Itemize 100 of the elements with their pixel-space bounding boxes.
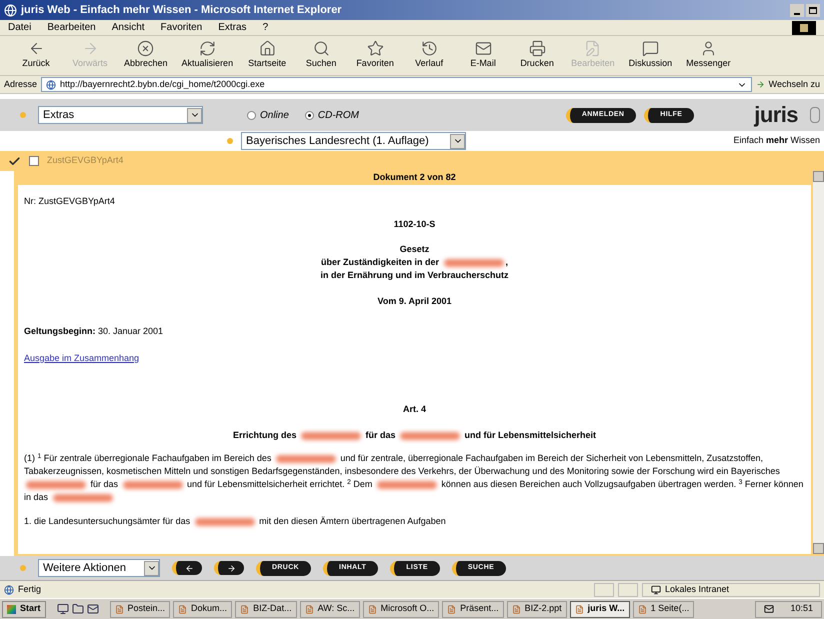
taskbar-button[interactable]: Dokum... [173, 600, 232, 618]
intranet-icon [651, 584, 661, 594]
tagline: Einfach mehr Wissen [733, 134, 820, 148]
radio-button[interactable] [247, 110, 256, 120]
document-number: Nr: ZustGEVGBYpArt4 [24, 195, 116, 208]
toolbar-button[interactable]: Startseite [247, 40, 288, 71]
windows-logo-icon [792, 20, 816, 34]
page-icon [46, 80, 56, 90]
juris-logo: juris [754, 104, 798, 126]
taskbar-button[interactable]: Microsoft O... [362, 600, 440, 618]
go-arrow-icon [756, 80, 765, 89]
address-label: Adresse [4, 78, 38, 91]
zone-text: Lokales Intranet [665, 582, 730, 596]
radio-button[interactable] [304, 110, 314, 120]
menu-item[interactable]: ? [262, 20, 268, 35]
folder-icon[interactable] [72, 603, 84, 615]
radio-label[interactable]: Online [260, 108, 289, 122]
toolbar-button[interactable]: Verlauf [409, 40, 450, 71]
checkmark-icon [8, 154, 21, 168]
document-header: Dokument 2 von 82 [372, 171, 457, 184]
status-pane [594, 582, 614, 596]
document-icon [512, 604, 521, 614]
law-date: Vom 9. April 2001 [376, 295, 453, 308]
menu-item[interactable]: Ansicht [112, 20, 145, 35]
article-paragraph: (1) $^{1}$ Für zentrale überregionale Fachaufgaben im Bereich des und für zentrale, überregionale Fachaufgaben im Bereich der Sicherheit von Lebensmitteln, Zusatzstoffen, Tabakerzeugnissen, kosmetischen Mitteln und sonstigen Bedarfsgegenständen, insbesondere des Verkehrs, der Überwachung und des Monitoring sowie der Forschung wird ein Bayerisches für das und für Lebensmittelsicherheit errichtet. $^{2}$ Dem können aus diesen Bereichen auch Vollzugsaufgaben übertragen werden. $^{3}$ Ferner können in das [24, 452, 804, 504]
menu-item[interactable]: Favoriten [160, 20, 202, 35]
scrollbar[interactable] [813, 171, 824, 554]
context-link[interactable]: Ausgabe im Zusammenhang [24, 352, 140, 365]
next-button[interactable] [214, 561, 244, 575]
history-icon [420, 40, 438, 58]
document-icon [240, 604, 250, 614]
actions-select[interactable]: Weitere Aktionen [38, 559, 160, 577]
taskbar-button[interactable]: BIZ-Dat... [235, 600, 297, 618]
taskbar-button[interactable]: Präsent... [442, 600, 504, 618]
document-code: 1102-10-S [392, 218, 436, 231]
previous-button[interactable] [172, 561, 202, 575]
validity-date: Geltungsbeginn: 30. Januar 2001 [24, 325, 164, 338]
taskbar-button[interactable]: Postein... [110, 600, 170, 618]
browser-icon [4, 4, 17, 16]
toolbar-button[interactable]: Diskussion [628, 40, 672, 71]
list-item: 1. die Landesuntersuchungsämter für das mit den diesen Ämtern übertragenen Aufgaben [24, 515, 447, 528]
windows-logo-icon [7, 604, 16, 614]
document-icon [574, 604, 584, 614]
go-button[interactable]: Wechseln zu [756, 78, 820, 92]
toolbar-button[interactable]: Favoriten [355, 40, 396, 71]
document-icon [304, 604, 314, 614]
law-title-line: über Zuständigkeiten in der , [320, 256, 510, 269]
mail-icon [474, 40, 492, 58]
document-icon [178, 604, 188, 614]
toolbar-button[interactable]: Suchen [301, 40, 342, 71]
taskbar-button[interactable]: juris W... [570, 600, 630, 618]
document-icon [368, 604, 377, 614]
arrow-right-icon [226, 564, 236, 572]
document-icon [638, 604, 647, 614]
extras-select[interactable]: Extras [38, 106, 203, 124]
edit-icon [584, 40, 602, 58]
taskbar-button[interactable]: BIZ-2.ppt [506, 600, 567, 618]
refresh-icon [198, 40, 216, 58]
maximize-icon[interactable] [806, 4, 820, 16]
menu-item[interactable]: Datei [8, 20, 32, 35]
home-icon [258, 40, 276, 58]
collection-select[interactable]: Bayerisches Landesrecht (1. Auflage) [241, 132, 466, 150]
document-icon [447, 604, 456, 614]
star-icon [366, 40, 384, 58]
address-field[interactable]: http://bayernrecht2.bybn.de/cgi_home/t2000cgi.exe [41, 77, 752, 92]
start-button[interactable]: Start [2, 600, 46, 618]
bullet-icon [20, 112, 26, 118]
menu-item[interactable]: Bearbeiten [47, 20, 96, 35]
law-title-line: in der Ernährung und im Verbraucherschutz [319, 269, 510, 282]
toolbar-button[interactable]: Drucken [517, 40, 558, 71]
stop-icon [137, 40, 154, 58]
radio-label[interactable]: CD-ROM [318, 108, 360, 122]
document-icon [114, 604, 124, 614]
toolbar-button[interactable]: E-Mail [463, 40, 504, 71]
printer-icon [528, 40, 546, 58]
tree-checkbox[interactable] [29, 156, 39, 166]
law-title-line: Gesetz [398, 243, 430, 256]
bullet-icon [227, 138, 233, 144]
window-title: juris Web - Einfach mehr Wissen - Microsoft Internet Explorer [21, 2, 343, 18]
status-pane [618, 582, 638, 596]
minimize-icon[interactable] [790, 4, 804, 16]
taskbar-button[interactable]: 1 Seite(... [632, 600, 694, 618]
arrow-left-icon [184, 564, 194, 572]
search-icon [312, 40, 330, 58]
toolbar-button[interactable]: Abbrechen [124, 40, 168, 71]
chat-icon [642, 40, 659, 58]
toolbar-button[interactable]: Aktualisieren [182, 40, 234, 71]
toolbar-button[interactable]: Zurück [16, 40, 56, 71]
tray-mail-icon [764, 604, 774, 614]
status-text: Fertig [18, 582, 42, 596]
clock: 10:51 [790, 602, 813, 616]
taskbar-button[interactable]: AW: Sc... [300, 600, 360, 618]
page-icon [4, 584, 14, 594]
article-title: Errichtung des für das und für Lebensmittelsicherheit [232, 429, 598, 442]
toolbar-button[interactable]: Messenger [686, 40, 731, 71]
mail-icon[interactable] [86, 603, 99, 615]
desktop-icon[interactable] [56, 603, 69, 615]
bullet-icon [20, 565, 26, 571]
menu-item[interactable]: Extras [218, 20, 247, 35]
article-number: Art. 4 [402, 403, 427, 416]
